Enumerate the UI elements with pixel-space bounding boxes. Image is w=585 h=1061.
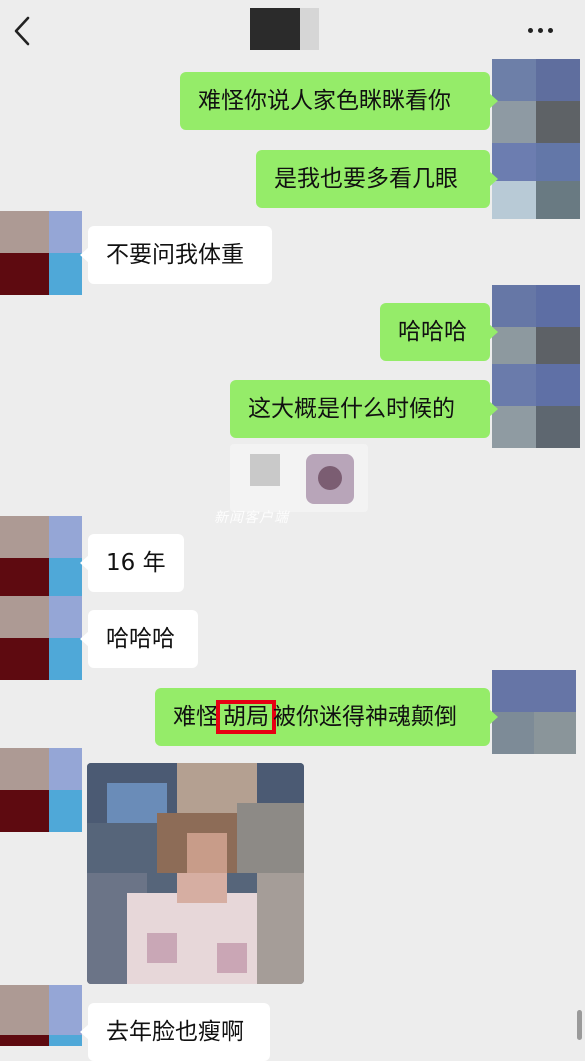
message-bubble-received[interactable]: 去年脸也瘦啊 — [80, 1003, 270, 1061]
my-avatar[interactable] — [492, 285, 580, 369]
chat-title-redacted — [250, 8, 300, 50]
chat-title-redacted-part — [300, 8, 319, 50]
contact-avatar[interactable] — [0, 985, 82, 1046]
scrollbar[interactable] — [577, 1010, 582, 1040]
message-bubble-received[interactable]: 哈哈哈 — [80, 610, 198, 668]
message-bubble-received[interactable]: 不要问我体重 — [80, 226, 272, 284]
message-bubble-sent[interactable]: 这大概是什么时候的 — [230, 380, 498, 438]
message-text: 被你迷得神魂颠倒 — [273, 704, 457, 730]
my-avatar[interactable] — [492, 364, 580, 448]
news-watermark: 新闻客户端 — [214, 510, 289, 526]
contact-avatar[interactable] — [0, 211, 82, 295]
message-bubble-sent[interactable]: 是我也要多看几眼 — [256, 150, 498, 208]
message-bubble-sent[interactable]: 难怪你说人家色眯眯看你 — [180, 72, 498, 130]
contact-avatar[interactable] — [0, 748, 82, 832]
my-avatar[interactable] — [492, 670, 576, 754]
my-avatar[interactable] — [492, 143, 580, 219]
contact-avatar[interactable] — [0, 596, 82, 680]
message-bubble-sent[interactable]: 难怪 胡局 被你迷得神魂颠倒 — [155, 688, 498, 746]
message-bubble-received[interactable]: 16 年 — [80, 534, 184, 592]
ellipsis-icon[interactable] — [526, 28, 556, 36]
contact-avatar[interactable] — [0, 516, 82, 600]
message-text: 难怪 — [173, 704, 219, 730]
quoted-image-thumbnail[interactable] — [230, 444, 368, 512]
highlighted-name: 胡局 — [216, 700, 276, 734]
chevron-left-icon[interactable] — [10, 14, 36, 48]
my-avatar[interactable] — [492, 59, 580, 143]
received-photo[interactable] — [87, 763, 304, 984]
message-bubble-sent[interactable]: 哈哈哈 — [380, 303, 498, 361]
